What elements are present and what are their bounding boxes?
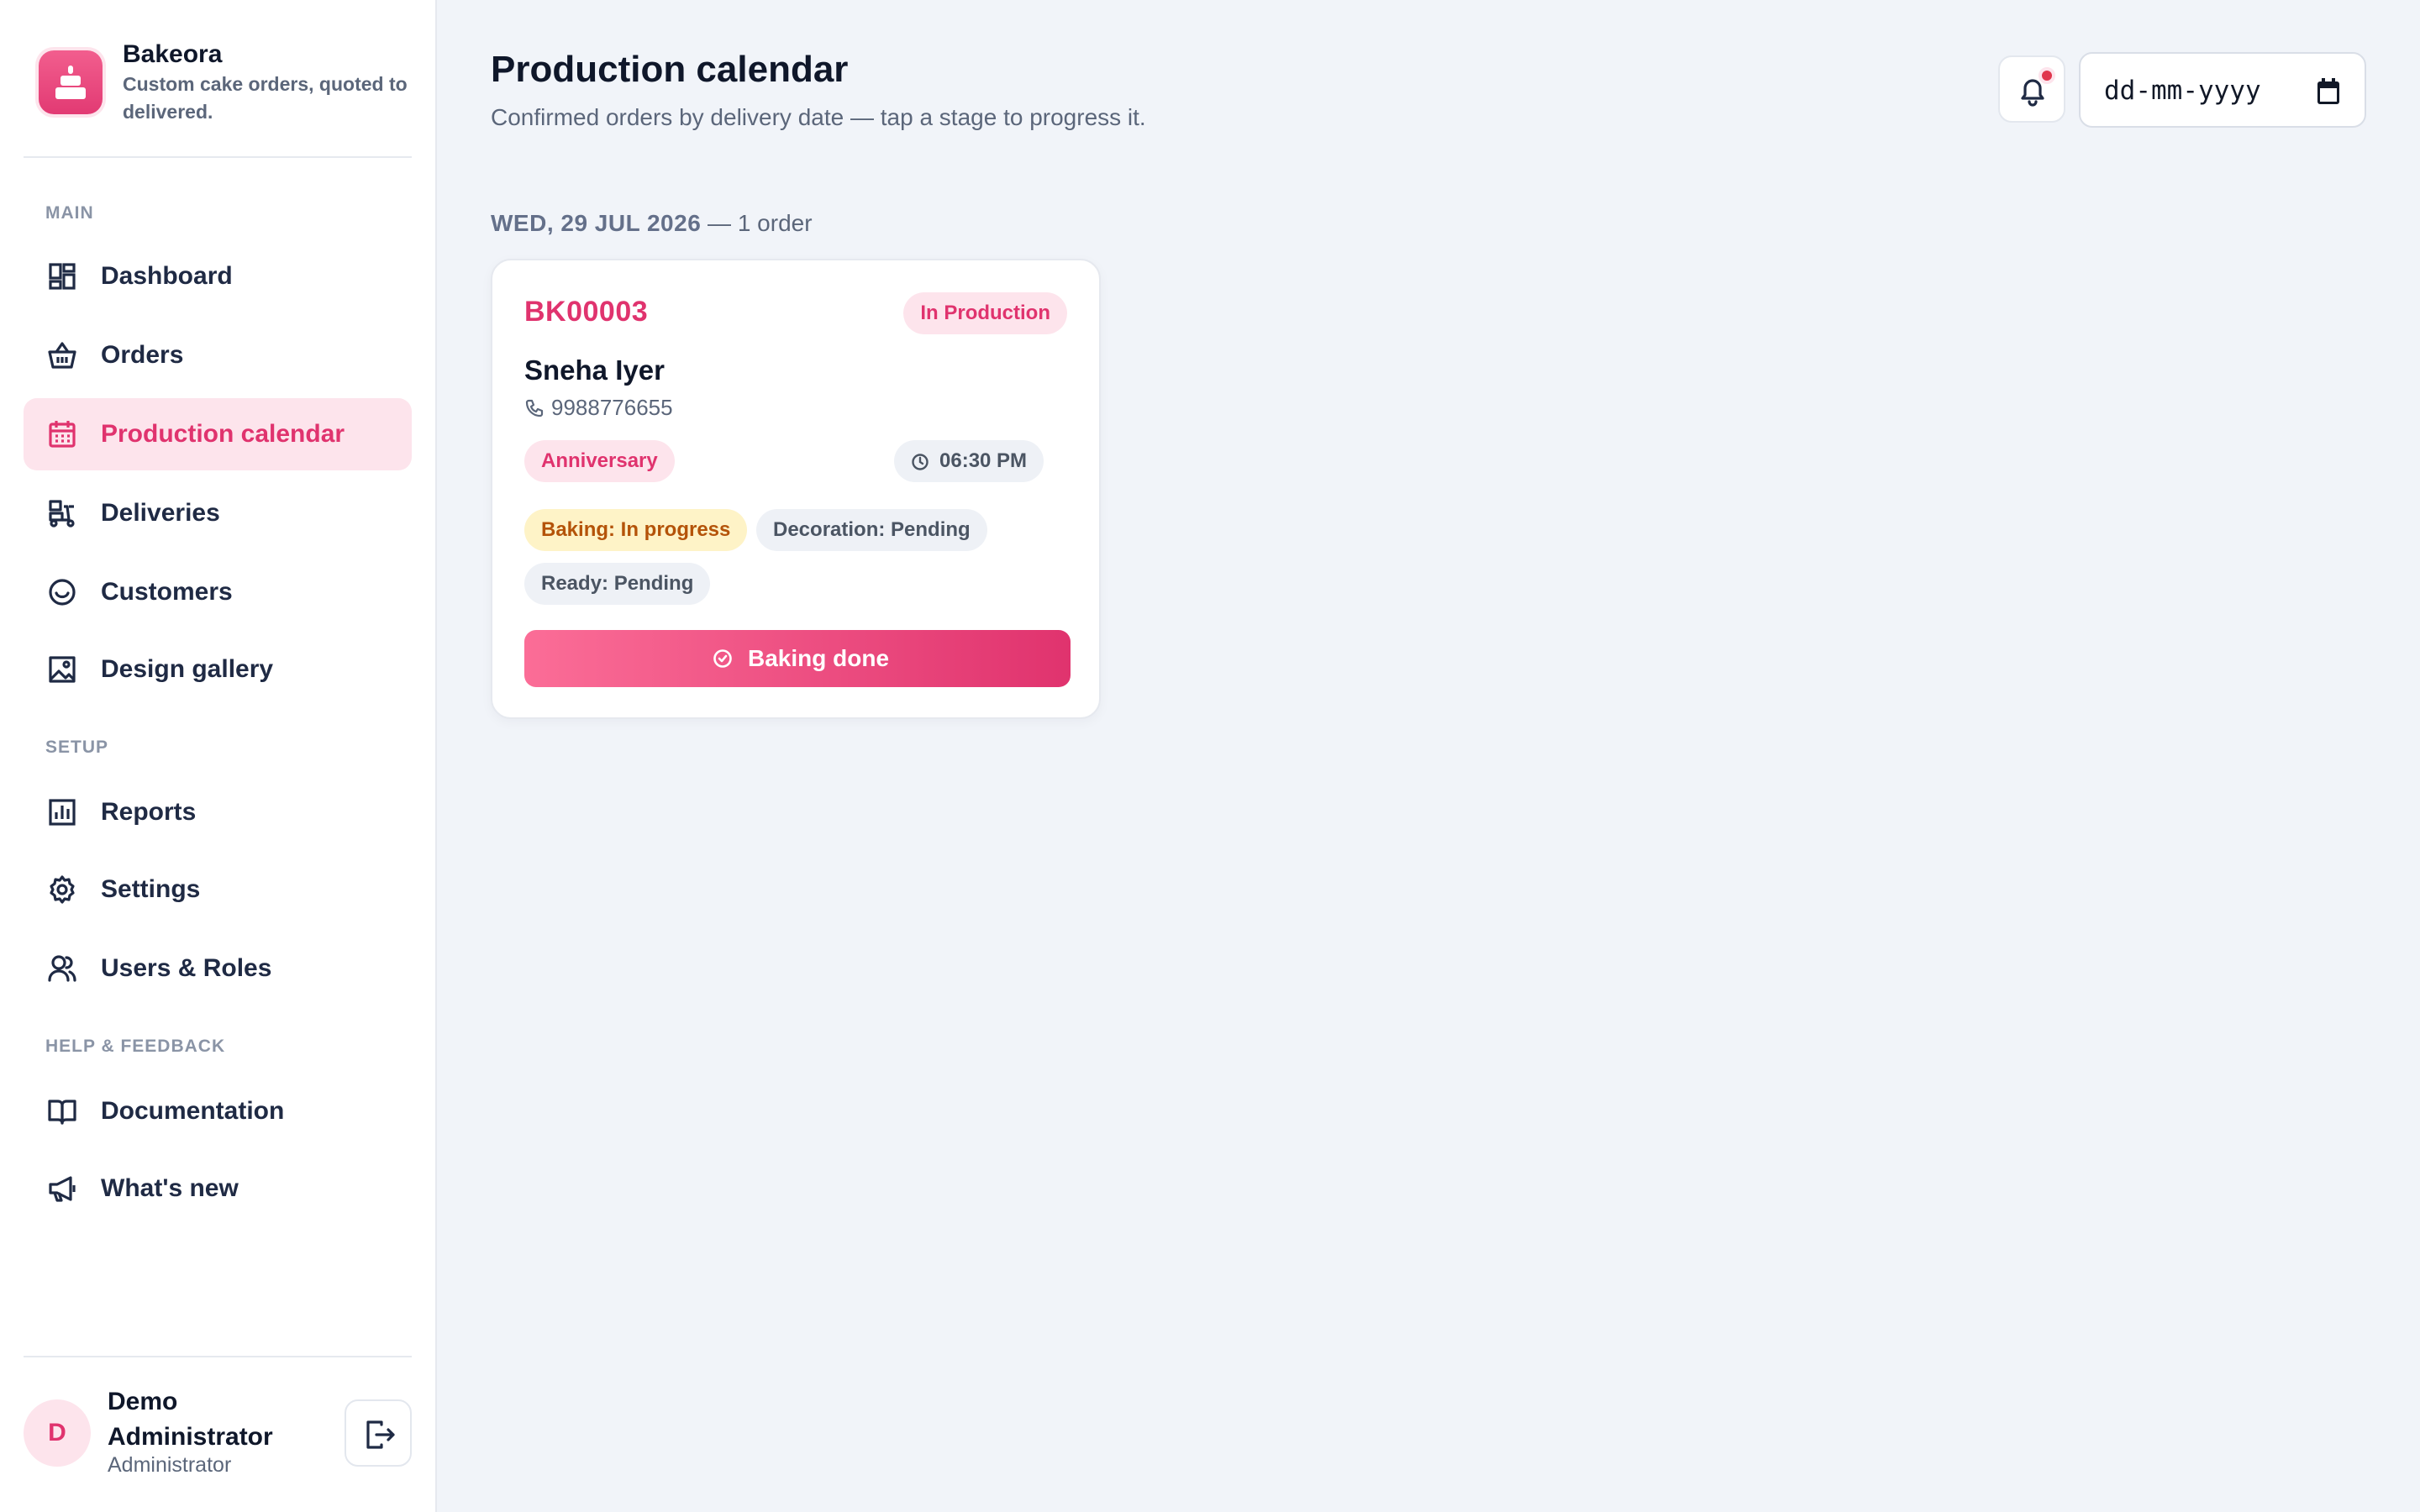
sidebar-item-label: Design gallery (101, 655, 274, 683)
sidebar-item-users-roles[interactable]: Users & Roles (24, 932, 412, 1005)
notifications-button[interactable] (1998, 55, 2065, 123)
image-icon (49, 656, 76, 683)
action-button-label: Baking done (748, 645, 890, 671)
sidebar-item-label: Deliveries (101, 499, 220, 527)
stage-decoration[interactable]: Decoration: Pending (756, 509, 987, 551)
bar-chart-icon (49, 799, 76, 826)
brand-tagline: Custom cake orders, quoted to delivered. (123, 73, 408, 123)
check-circle-icon (713, 649, 732, 668)
cake-logo-icon (39, 50, 103, 114)
gear-icon (50, 875, 75, 904)
scooter-icon (49, 500, 75, 528)
baking-done-button[interactable]: Baking done (524, 630, 1071, 687)
sidebar-item-label: What's new (101, 1174, 239, 1202)
date-group-header: WED, 29 JUL 2026 — 1 order (491, 210, 813, 237)
notification-dot (2039, 67, 2055, 84)
group-date: WED, 29 JUL 2026 (491, 210, 702, 236)
sidebar-item-label: Reports (101, 798, 197, 826)
date-input-placeholder: dd-mm-yyyy (2104, 76, 2261, 106)
status-badge: In Production (903, 292, 1067, 334)
sidebar-item-customers[interactable]: Customers (24, 556, 412, 628)
nav-section-main: MAIN (45, 203, 94, 223)
dashboard-icon (49, 263, 76, 290)
delivery-time-tag: 06:30 PM (894, 440, 1044, 482)
users-icon (48, 955, 76, 982)
phone-icon (525, 399, 544, 417)
sidebar-item-label: Documentation (101, 1097, 285, 1125)
sidebar-item-deliveries[interactable]: Deliveries (24, 477, 412, 549)
basket-icon (48, 342, 76, 369)
sidebar-item-orders[interactable]: Orders (24, 319, 412, 391)
sidebar-item-label: Dashboard (101, 262, 233, 290)
megaphone-icon (49, 1176, 76, 1202)
sidebar-item-documentation[interactable]: Documentation (24, 1075, 412, 1147)
group-order-count: — 1 order (701, 210, 813, 236)
order-card[interactable]: BK00003 In Production Sneha Iyer 9988776… (491, 259, 1101, 719)
stage-ready[interactable]: Ready: Pending (524, 563, 711, 605)
date-filter-input[interactable]: dd-mm-yyyy (2079, 52, 2366, 128)
page-title: Production calendar (491, 49, 849, 90)
sidebar-item-label: Production calendar (101, 420, 345, 448)
sidebar-item-whats-new[interactable]: What's new (24, 1152, 412, 1225)
calendar-icon (49, 421, 76, 448)
book-icon (48, 1100, 76, 1125)
sidebar: Bakeora Custom cake orders, quoted to de… (0, 0, 437, 1512)
sidebar-item-dashboard[interactable]: Dashboard (24, 240, 412, 312)
user-role: Administrator (108, 1453, 232, 1477)
stage-baking[interactable]: Baking: In progress (524, 509, 748, 551)
order-id[interactable]: BK00003 (524, 296, 648, 328)
nav-section-setup: SETUP (45, 738, 109, 757)
logout-icon (366, 1420, 395, 1449)
sidebar-item-label: Users & Roles (101, 954, 272, 982)
sidebar-item-settings[interactable]: Settings (24, 853, 412, 926)
nav-section-help: HELP & FEEDBACK (45, 1037, 226, 1056)
brand-name: Bakeora (123, 40, 223, 68)
sidebar-item-reports[interactable]: Reports (24, 776, 412, 848)
calendar-icon[interactable] (2316, 77, 2341, 106)
sidebar-item-label: Settings (101, 875, 201, 903)
avatar: D (24, 1399, 91, 1467)
logout-button[interactable] (345, 1399, 412, 1467)
smile-icon (49, 579, 76, 606)
user-profile: D Demo Administrator Administrator (24, 1356, 412, 1512)
sidebar-item-production-calendar[interactable]: Production calendar (24, 398, 412, 470)
user-name: Demo Administrator (108, 1388, 273, 1451)
delivery-time: 06:30 PM (939, 449, 1028, 472)
sidebar-item-label: Customers (101, 578, 233, 606)
sidebar-item-design-gallery[interactable]: Design gallery (24, 633, 412, 706)
occasion-tag: Anniversary (524, 440, 675, 482)
brand-header: Bakeora Custom cake orders, quoted to de… (24, 24, 412, 158)
sidebar-item-label: Orders (101, 341, 184, 369)
customer-phone: 9988776655 (551, 395, 673, 420)
page-subtitle: Confirmed orders by delivery date — tap … (491, 104, 1146, 130)
customer-name: Sneha Iyer (524, 354, 665, 386)
clock-icon (912, 454, 929, 470)
